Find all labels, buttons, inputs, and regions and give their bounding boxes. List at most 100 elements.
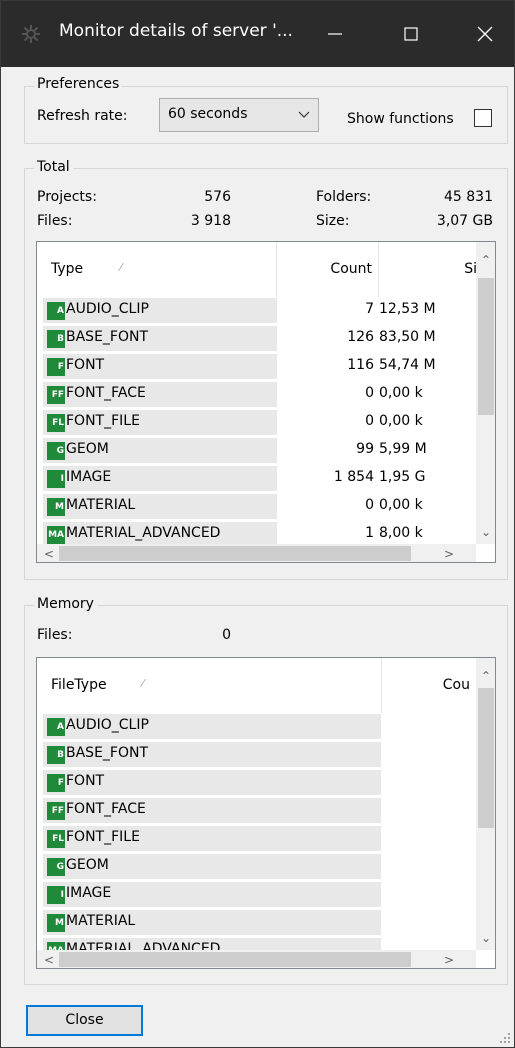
- type-size: 83,50 M: [379, 329, 436, 345]
- type-table: Type ⁄ Count Si A AUDIO_CLIP 7 12,53 M B BASE…: [36, 241, 496, 563]
- type-name: FONT_FACE: [66, 801, 146, 817]
- type-table-hscrollbar[interactable]: < >: [37, 544, 476, 562]
- size-column-header[interactable]: Si: [379, 242, 483, 297]
- table-row[interactable]: M MATERIAL: [37, 909, 476, 937]
- scroll-up-icon[interactable]: ⌃: [476, 250, 495, 270]
- type-count: 0: [365, 413, 374, 429]
- memory-files-value: 0: [222, 627, 231, 643]
- filetype-table-vscroll-thumb[interactable]: [478, 688, 494, 828]
- maximize-button[interactable]: [382, 1, 440, 67]
- memory-files-label: Files:: [37, 627, 73, 643]
- memory-count-column-header[interactable]: Cou: [382, 658, 476, 713]
- size-value: 3,07 GB: [436, 213, 493, 229]
- type-name: AUDIO_CLIP: [66, 301, 149, 317]
- type-column-header[interactable]: Type ⁄: [37, 242, 277, 297]
- preferences-legend: Preferences: [34, 76, 123, 92]
- minimize-button[interactable]: [306, 1, 364, 67]
- type-size: 0,00 k: [379, 413, 423, 429]
- filetype-table: FileType ⁄ Cou A AUDIO_CLIP B BASE_FONT F FON…: [36, 657, 496, 969]
- type-table-vscroll-thumb[interactable]: [478, 278, 494, 415]
- type-icon: FF: [47, 802, 65, 820]
- type-table-hscroll-thumb[interactable]: [59, 546, 411, 561]
- type-icon: FL: [47, 830, 65, 848]
- table-row[interactable]: B BASE_FONT: [37, 741, 476, 769]
- type-icon: I: [47, 886, 65, 904]
- type-name: IMAGE: [66, 469, 112, 485]
- table-row[interactable]: G GEOM: [37, 853, 476, 881]
- type-icon: FL: [47, 414, 65, 432]
- type-count: 0: [365, 497, 374, 513]
- type-count: 0: [365, 385, 374, 401]
- scroll-down-icon[interactable]: ⌄: [476, 522, 495, 542]
- type-name: BASE_FONT: [66, 329, 149, 345]
- filetype-column-header[interactable]: FileType ⁄: [37, 658, 382, 713]
- close-icon: [477, 26, 493, 42]
- table-row[interactable]: FL FONT_FILE 0 0,00 k: [37, 409, 476, 437]
- scroll-left-icon[interactable]: <: [39, 544, 59, 562]
- folders-label: Folders:: [316, 189, 372, 205]
- table-row[interactable]: F FONT: [37, 769, 476, 797]
- files-label: Files:: [37, 213, 73, 229]
- show-functions-checkbox[interactable]: [474, 109, 492, 127]
- sort-indicator-icon: ⁄: [120, 261, 122, 274]
- table-row[interactable]: M MATERIAL 0 0,00 k: [37, 493, 476, 521]
- show-functions-label[interactable]: Show functions: [347, 111, 454, 127]
- table-row[interactable]: A AUDIO_CLIP: [37, 713, 476, 741]
- count-column-label: Count: [330, 261, 372, 277]
- type-icon: F: [47, 358, 65, 376]
- table-row[interactable]: G GEOM 99 5,99 M: [37, 437, 476, 465]
- scroll-right-icon[interactable]: >: [439, 544, 459, 562]
- count-column-header[interactable]: Count: [277, 242, 379, 297]
- type-name: MATERIAL_ADVANCED: [66, 525, 221, 541]
- type-count: 116: [347, 357, 374, 373]
- filetype-table-vscrollbar[interactable]: ⌃ ⌄: [476, 658, 495, 950]
- type-table-vscrollbar[interactable]: ⌃ ⌄: [476, 242, 495, 544]
- type-name: FONT_FACE: [66, 385, 146, 401]
- type-count: 99: [356, 441, 374, 457]
- close-button[interactable]: Close: [26, 1005, 143, 1036]
- filetype-column-label: FileType: [51, 677, 107, 693]
- total-legend: Total: [34, 159, 73, 175]
- type-count: 1 854: [333, 469, 374, 485]
- files-value: 3 918: [190, 213, 231, 229]
- scroll-up-icon[interactable]: ⌃: [476, 666, 495, 686]
- table-row[interactable]: FF FONT_FACE: [37, 797, 476, 825]
- type-name: AUDIO_CLIP: [66, 717, 149, 733]
- type-icon: A: [47, 302, 65, 320]
- type-size: 8,00 k: [379, 525, 423, 541]
- table-row[interactable]: A AUDIO_CLIP 7 12,53 M: [37, 297, 476, 325]
- type-icon: G: [47, 442, 65, 460]
- scroll-left-icon[interactable]: <: [39, 950, 59, 968]
- filetype-table-hscrollbar[interactable]: < >: [37, 950, 476, 968]
- type-name: FONT_FILE: [66, 829, 140, 845]
- close-window-button[interactable]: [456, 1, 514, 67]
- window-title: Monitor details of server '...: [59, 21, 293, 41]
- type-icon: I: [47, 470, 65, 488]
- type-size: 54,74 M: [379, 357, 436, 373]
- refresh-rate-select[interactable]: 60 seconds: [159, 98, 319, 132]
- type-name: FONT: [66, 773, 105, 789]
- type-icon: MA: [47, 526, 65, 544]
- type-name: IMAGE: [66, 885, 112, 901]
- resize-grip-icon[interactable]: [499, 1032, 511, 1044]
- type-icon: B: [47, 746, 65, 764]
- table-row[interactable]: I IMAGE 1 854 1,95 G: [37, 465, 476, 493]
- type-size: 5,99 M: [379, 441, 427, 457]
- table-row[interactable]: I IMAGE: [37, 881, 476, 909]
- scroll-down-icon[interactable]: ⌄: [476, 928, 495, 948]
- table-row[interactable]: B BASE_FONT 126 83,50 M: [37, 325, 476, 353]
- filetype-table-hscroll-thumb[interactable]: [59, 952, 411, 967]
- table-row[interactable]: FL FONT_FILE: [37, 825, 476, 853]
- maximize-icon: [404, 27, 418, 41]
- scroll-right-icon[interactable]: >: [439, 950, 459, 968]
- refresh-rate-value: 60 seconds: [168, 106, 248, 122]
- type-icon: B: [47, 330, 65, 348]
- type-column-label: Type: [51, 261, 84, 277]
- minimize-icon: [328, 33, 342, 35]
- type-name: BASE_FONT: [66, 745, 149, 761]
- table-row[interactable]: FF FONT_FACE 0 0,00 k: [37, 381, 476, 409]
- table-row[interactable]: F FONT 116 54,74 M: [37, 353, 476, 381]
- app-gear-icon: [22, 25, 40, 43]
- type-icon: FF: [47, 386, 65, 404]
- title-bar[interactable]: Monitor details of server '...: [1, 1, 514, 67]
